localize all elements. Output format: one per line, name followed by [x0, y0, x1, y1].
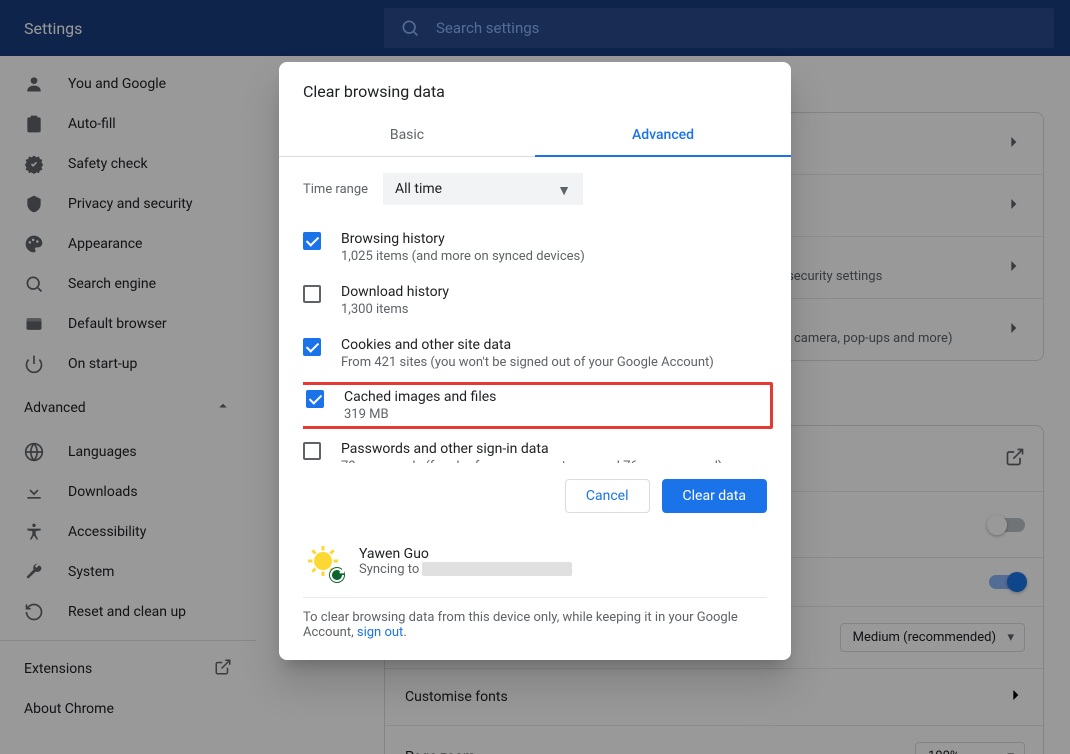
redacted-email	[422, 562, 572, 576]
dialog-tabs: Basic Advanced	[279, 115, 791, 157]
checkbox[interactable]	[303, 442, 321, 460]
sign-out-link[interactable]: sign out	[357, 625, 403, 640]
checkbox-sublabel: 78 passwords (for ahrefs.com, ezyspot.co…	[341, 459, 722, 463]
checkbox[interactable]	[303, 338, 321, 356]
checkbox-label: Browsing history	[341, 231, 585, 247]
checkbox-label: Passwords and other sign-in data	[341, 441, 722, 457]
checkbox-row: Cached images and files 319 MB	[303, 382, 773, 429]
time-range-label: Time range	[303, 182, 383, 197]
checkbox-label: Download history	[341, 284, 449, 300]
sync-account-row: Yawen Guo Syncing to	[303, 529, 767, 598]
checkbox-sublabel: 1,025 items (and more on synced devices)	[341, 249, 585, 264]
checkbox-sublabel: 1,300 items	[341, 302, 449, 317]
clear-browsing-data-dialog: Clear browsing data Basic Advanced Time …	[279, 62, 791, 660]
checkbox[interactable]	[306, 390, 324, 408]
checkbox[interactable]	[303, 232, 321, 250]
sync-label: Syncing to	[359, 562, 422, 577]
checkbox-sublabel: 319 MB	[344, 407, 496, 422]
dropdown-icon: ▼	[557, 182, 571, 199]
sync-status: Syncing to	[359, 562, 572, 577]
dialog-actions: Cancel Clear data	[279, 463, 791, 529]
dialog-scroll-area[interactable]: Time range All time ▼ Browsing history 1,…	[303, 173, 783, 463]
time-range-row: Time range All time ▼	[303, 173, 767, 205]
cancel-button[interactable]: Cancel	[565, 479, 650, 513]
clear-data-button[interactable]: Clear data	[662, 479, 767, 513]
time-range-value: All time	[395, 181, 442, 197]
tab-basic[interactable]: Basic	[279, 115, 535, 157]
checkbox-row: Browsing history 1,025 items (and more on…	[303, 221, 767, 274]
footer-note: To clear browsing data from this device …	[303, 610, 767, 640]
checkbox-row: Cookies and other site data From 421 site…	[303, 327, 767, 380]
sync-badge-icon	[329, 567, 345, 583]
checkbox-label: Cached images and files	[344, 389, 496, 405]
checkbox[interactable]	[303, 285, 321, 303]
tab-advanced[interactable]: Advanced	[535, 115, 791, 157]
footer-period: .	[403, 625, 406, 640]
modal-overlay[interactable]: Clear browsing data Basic Advanced Time …	[0, 0, 1070, 754]
checkbox-row: Download history 1,300 items	[303, 274, 767, 327]
checkbox-label: Cookies and other site data	[341, 337, 714, 353]
time-range-select[interactable]: All time ▼	[383, 173, 583, 205]
user-name: Yawen Guo	[359, 546, 572, 562]
dialog-title: Clear browsing data	[279, 62, 791, 101]
avatar	[303, 541, 343, 581]
checkbox-sublabel: From 421 sites (you won't be signed out …	[341, 355, 714, 370]
dialog-footer: Yawen Guo Syncing to To clear browsing d…	[279, 529, 791, 660]
checkbox-row: Passwords and other sign-in data 78 passw…	[303, 431, 767, 463]
